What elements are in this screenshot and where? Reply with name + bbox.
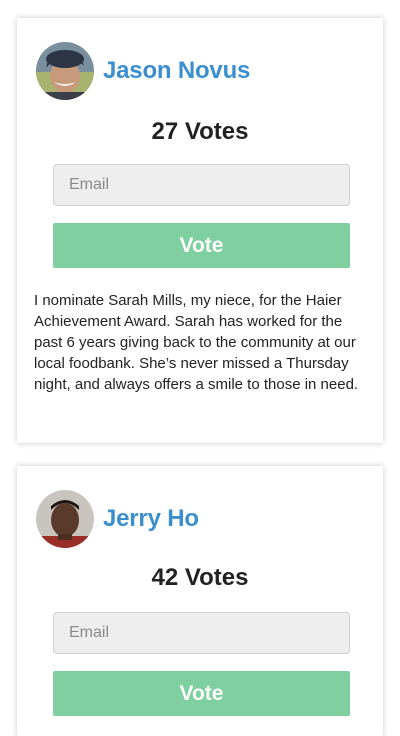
vote-count: 27 Votes <box>151 118 249 145</box>
nomination-description: I nominate Sarah Mills, my niece, for th… <box>34 292 359 393</box>
avatar <box>36 42 94 100</box>
avatar <box>36 490 94 548</box>
nominee-card: Jerry Ho 42 Votes Vote <box>17 466 383 736</box>
nominee-name-link[interactable]: Jerry Ho <box>103 505 199 533</box>
vote-button[interactable]: Vote <box>53 671 350 716</box>
nominee-header: Jerry Ho <box>36 490 199 548</box>
nominee-name-link[interactable]: Jason Novus <box>103 57 250 85</box>
vote-count: 42 Votes <box>151 564 249 591</box>
nominee-card: Jason Novus 27 Votes Vote I nominate Sar… <box>17 18 383 443</box>
email-input[interactable] <box>53 612 350 654</box>
nominee-header: Jason Novus <box>36 42 250 100</box>
email-input[interactable] <box>53 164 350 206</box>
vote-button[interactable]: Vote <box>53 223 350 268</box>
